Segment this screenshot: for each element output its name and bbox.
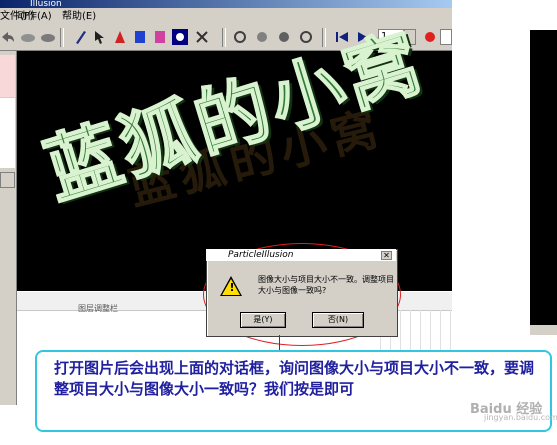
rotate-up-icon[interactable] [254,29,270,45]
caption-text: 打开图片后会出现上面的对话框，询问图像大小与项目大小不一致，要调整项目大小与图像… [54,359,535,398]
no-button[interactable]: 否(N) [312,312,364,328]
layer-panel-label: 图层调整栏 [78,304,118,313]
left-panel-selection[interactable] [0,55,15,97]
record-icon[interactable] [422,29,438,45]
warning-mark: ! [229,281,235,294]
toolbar-divider [60,28,64,47]
value-input[interactable] [440,29,452,45]
scissors-icon[interactable] [194,29,210,45]
menu-action[interactable]: 动作(A) [17,8,52,25]
right-stage [530,30,557,325]
pen-icon[interactable] [72,29,88,45]
pink-emitter-icon[interactable] [152,29,168,45]
dialog-close-button[interactable]: ✕ [381,251,392,260]
window-titlebar: Illusion [0,0,452,8]
dialog-message: 图像大小与项目大小不一致。调整项目大小与图像一致吗? [258,275,394,295]
rotate-left-icon[interactable] [232,29,248,45]
menu-help[interactable]: 帮助(E) [62,8,96,25]
left-panel-button[interactable] [0,172,15,188]
red-emitter-icon[interactable] [112,29,128,45]
undo-icon[interactable] [0,29,16,45]
right-statusbar [530,325,557,335]
cloud-icon[interactable] [20,29,36,45]
yes-button[interactable]: 是(Y) [240,312,286,328]
arrow-icon[interactable] [92,29,108,45]
cloud-alt-icon[interactable] [40,29,56,45]
baidu-url: jingyan.baidu.com [484,413,557,422]
toolbar-divider [222,28,226,47]
selected-tool-icon[interactable] [172,29,188,45]
blue-emitter-icon[interactable] [132,29,148,45]
dialog-title: ParticleIllusion [228,250,294,260]
dialog-titlebar: ParticleIllusion [206,249,396,261]
left-panel-list[interactable] [0,98,15,168]
window-title: Illusion [30,0,62,8]
